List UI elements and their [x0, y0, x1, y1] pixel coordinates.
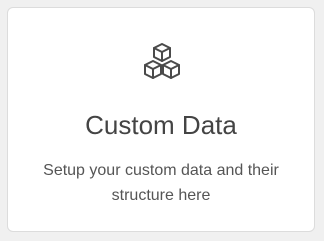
card-title: Custom Data: [85, 110, 237, 140]
card-description: Setup your custom data and their structu…: [43, 162, 279, 204]
custom-data-card[interactable]: Custom Data Setup your custom data and t…: [7, 7, 315, 232]
cubes-icon: [144, 43, 180, 79]
